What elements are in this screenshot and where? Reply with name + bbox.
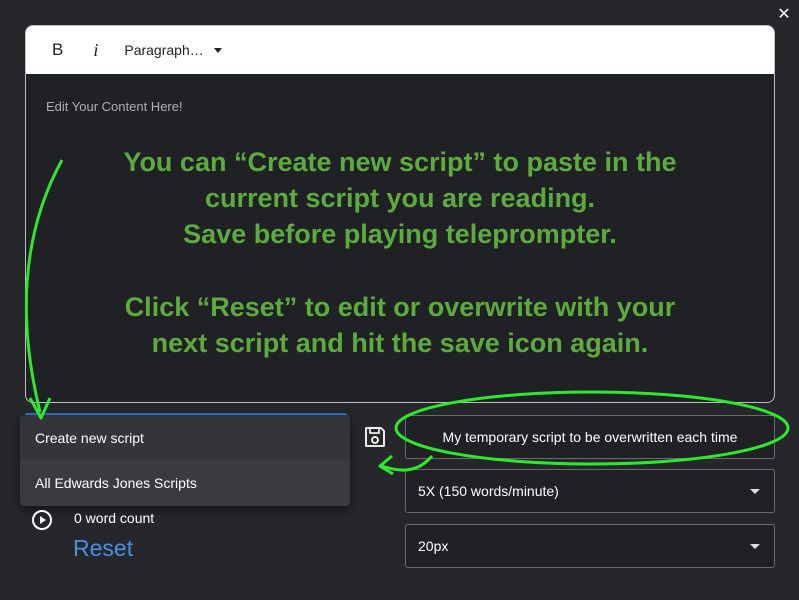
menu-item-create-new-script[interactable]: Create new script <box>20 415 350 460</box>
annotation-line: next script and hit the save icon again. <box>151 328 649 358</box>
speed-value: 5X (150 words/minute) <box>418 483 559 499</box>
annotation-line: current script you are reading. <box>204 183 596 213</box>
reset-button[interactable]: Reset <box>73 535 133 562</box>
script-name-value: My temporary script to be overwritten ea… <box>442 429 738 445</box>
chevron-down-icon <box>750 544 760 549</box>
menu-item-all-scripts[interactable]: All Edwards Jones Scripts <box>20 460 350 505</box>
script-name-input[interactable]: My temporary script to be overwritten ea… <box>405 415 775 459</box>
instruction-annotation-2: Click “Reset” to edit or overwrite with … <box>25 289 775 361</box>
play-icon[interactable] <box>32 510 52 530</box>
annotation-line: Click “Reset” to edit or overwrite with … <box>124 292 676 322</box>
speed-select[interactable]: 5X (150 words/minute) <box>405 469 775 513</box>
paragraph-format-label: Paragraph… <box>124 42 204 58</box>
chevron-down-icon <box>750 489 760 494</box>
editor-toolbar: B i Paragraph… <box>26 26 774 74</box>
word-count: 0 word count <box>74 510 155 526</box>
save-icon[interactable] <box>363 425 387 449</box>
script-dropdown-menu: Create new script All Edwards Jones Scri… <box>20 415 350 506</box>
annotation-line: Save before playing teleprompter. <box>183 219 617 249</box>
chevron-down-icon <box>213 47 222 53</box>
font-size-select[interactable]: 20px <box>405 524 775 568</box>
annotation-line: You can “Create new script” to paste in … <box>123 147 677 177</box>
instruction-annotation-1: You can “Create new script” to paste in … <box>25 144 775 252</box>
close-icon[interactable]: ✕ <box>775 4 793 23</box>
paragraph-format-dropdown[interactable]: Paragraph… <box>124 42 222 58</box>
bold-button[interactable]: B <box>52 40 63 60</box>
arrowhead-save-icon <box>378 454 394 476</box>
font-size-value: 20px <box>418 538 449 554</box>
italic-button[interactable]: i <box>93 40 98 61</box>
editor-placeholder: Edit Your Content Here! <box>46 99 183 114</box>
